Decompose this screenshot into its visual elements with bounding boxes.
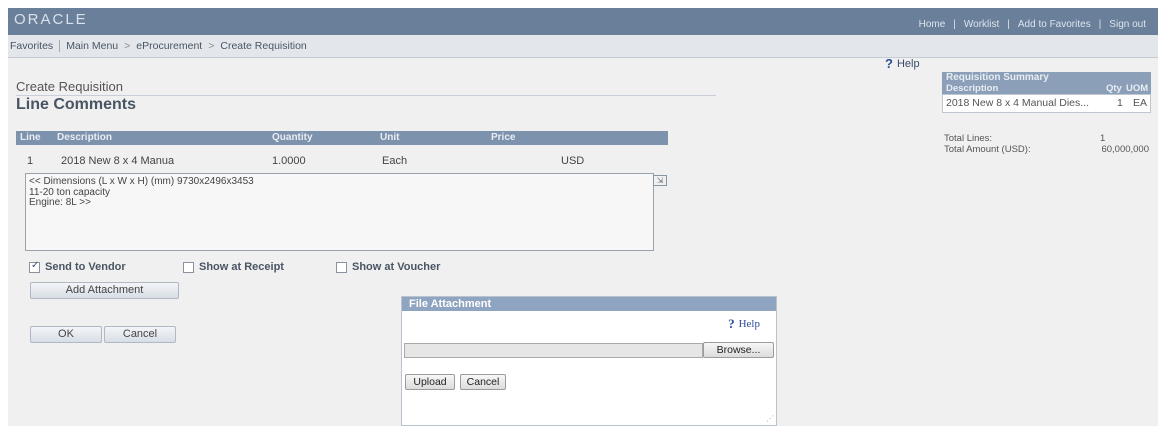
- add-attachment-button[interactable]: Add Attachment: [30, 282, 179, 299]
- summary-col-uom: UOM: [1126, 83, 1149, 94]
- show-at-receipt-label: Show at Receipt: [199, 261, 284, 273]
- dialog-help-link[interactable]: ? Help: [728, 316, 760, 332]
- show-at-voucher-checkbox[interactable]: Show at Voucher: [336, 261, 440, 273]
- col-description: Description: [57, 132, 113, 143]
- show-at-voucher-label: Show at Voucher: [352, 261, 441, 273]
- summary-item-uom: EA: [1133, 97, 1148, 109]
- expand-icon[interactable]: ⇲: [653, 175, 667, 186]
- help-icon: ?: [885, 56, 893, 71]
- summary-col-description: Description: [946, 83, 999, 94]
- cancel-button[interactable]: Cancel: [104, 326, 176, 343]
- header-links: Home | Worklist | Add to Favorites | Sig…: [911, 19, 1154, 30]
- line-comment-textarea[interactable]: << Dimensions (L x W x H) (mm) 9730x2496…: [25, 173, 654, 251]
- summary-totals: Total Lines: 1 Total Amount (USD): 60,00…: [942, 133, 1151, 157]
- chevron-right-icon: >: [208, 40, 215, 52]
- total-lines-label: Total Lines:: [944, 133, 993, 144]
- col-unit: Unit: [380, 132, 400, 143]
- breadcrumb: Favorites Main Menu > eProcurement > Cre…: [10, 40, 307, 52]
- row-quantity: 1.0000: [272, 155, 306, 167]
- summary-columns: Description Qty UOM: [942, 83, 1151, 94]
- oracle-logo: ORACLE: [14, 11, 88, 28]
- breadcrumb-favorites[interactable]: Favorites: [10, 40, 53, 52]
- home-link[interactable]: Home: [911, 19, 954, 30]
- checkbox-empty-icon: [336, 261, 347, 273]
- col-price: Price: [491, 132, 516, 143]
- breadcrumb-current: Create Requisition: [220, 40, 307, 52]
- breadcrumb-divider: [59, 40, 61, 52]
- row-line-number: 1: [27, 155, 34, 167]
- total-amount-label: Total Amount (USD):: [944, 144, 1031, 155]
- worklist-link[interactable]: Worklist: [956, 19, 1007, 30]
- ok-button[interactable]: OK: [30, 326, 102, 343]
- page-title: Line Comments: [16, 96, 137, 113]
- row-currency: USD: [561, 155, 585, 167]
- line-table-header: Line Description Quantity Unit Price: [16, 131, 668, 145]
- checkbox-checked-icon: [29, 260, 40, 273]
- header-bar: ORACLE Home | Worklist | Add to Favorite…: [8, 8, 1158, 35]
- total-lines-value: 1: [1100, 133, 1106, 144]
- dialog-title: File Attachment: [402, 297, 776, 311]
- col-line: Line: [20, 132, 41, 143]
- row-unit: Each: [382, 155, 408, 167]
- col-quantity: Quantity: [272, 132, 313, 143]
- file-path-input[interactable]: [404, 343, 703, 358]
- file-attachment-dialog: File Attachment ? Help Browse... Upload …: [401, 296, 777, 426]
- help-link[interactable]: ? Help: [885, 56, 920, 71]
- resize-grip-icon[interactable]: ⋰: [766, 414, 774, 423]
- send-to-vendor-checkbox[interactable]: Send to Vendor: [29, 260, 126, 273]
- add-to-favorites-link[interactable]: Add to Favorites: [1010, 19, 1099, 30]
- help-label: Help: [896, 57, 920, 70]
- summary-col-qty: Qty: [1106, 83, 1122, 94]
- upload-button[interactable]: Upload: [405, 374, 455, 390]
- summary-row: 2018 New 8 x 4 Manual Dies... 1 EA: [942, 94, 1151, 113]
- summary-item-qty: 1: [1117, 97, 1123, 109]
- page-subtitle: Create Requisition: [16, 79, 123, 94]
- dialog-help-label: Help: [738, 318, 760, 330]
- total-amount-value: 60,000,000: [1101, 144, 1149, 155]
- app-frame: ORACLE Home | Worklist | Add to Favorite…: [8, 8, 1158, 426]
- summary-title: Requisition Summary: [942, 72, 1151, 83]
- table-row: 1 2018 New 8 x 4 Manua 1.0000 Each USD: [16, 154, 668, 170]
- send-to-vendor-label: Send to Vendor: [45, 261, 126, 273]
- breadcrumb-bar: Favorites Main Menu > eProcurement > Cre…: [8, 35, 1158, 58]
- chevron-right-icon: >: [124, 40, 131, 52]
- browse-button[interactable]: Browse...: [703, 342, 774, 358]
- help-icon: ?: [728, 316, 735, 331]
- show-at-receipt-checkbox[interactable]: Show at Receipt: [183, 261, 284, 273]
- row-description: 2018 New 8 x 4 Manua: [61, 155, 175, 167]
- sign-out-link[interactable]: Sign out: [1101, 19, 1154, 30]
- checkbox-empty-icon: [183, 261, 194, 273]
- breadcrumb-eprocurement[interactable]: eProcurement: [136, 40, 202, 52]
- dialog-cancel-button[interactable]: Cancel: [460, 374, 506, 390]
- breadcrumb-main-menu[interactable]: Main Menu: [66, 40, 118, 52]
- summary-item-description[interactable]: 2018 New 8 x 4 Manual Dies...: [946, 97, 1089, 109]
